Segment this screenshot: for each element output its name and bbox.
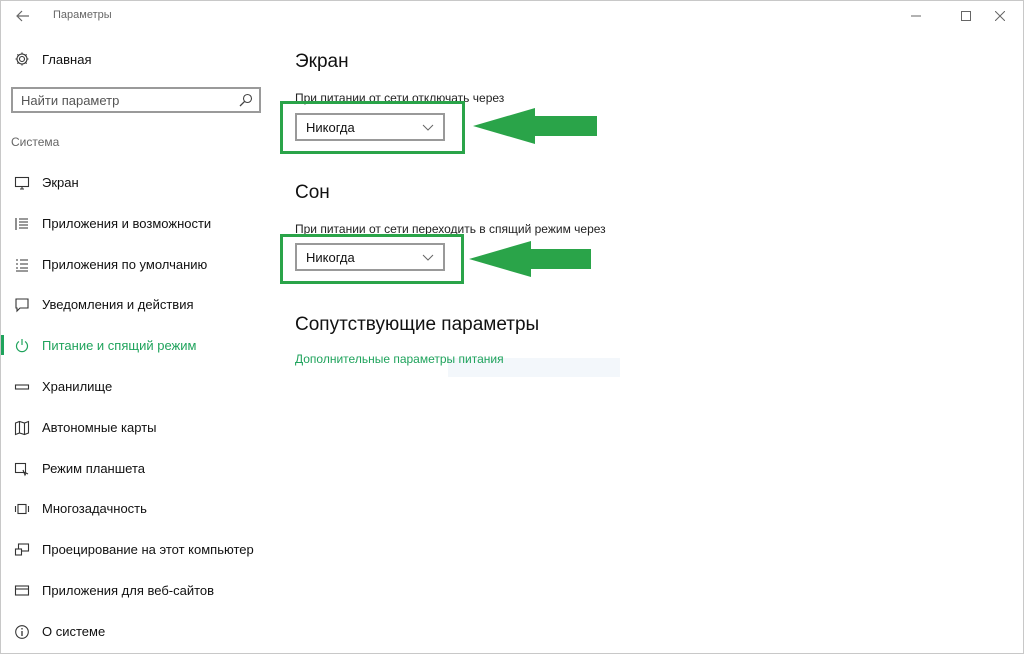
additional-power-settings-link[interactable]: Дополнительные параметры питания (295, 352, 504, 366)
sidebar-item-default-apps[interactable]: Приложения по умолчанию (1, 244, 271, 285)
notifications-icon (14, 297, 30, 313)
active-indicator (1, 335, 4, 356)
back-button[interactable] (7, 4, 39, 28)
close-icon (995, 11, 1005, 21)
arrow-screen (473, 108, 597, 144)
sidebar-item-power-sleep[interactable]: Питание и спящий режим (1, 325, 271, 366)
sidebar-item-label: Приложения и возможности (42, 215, 212, 231)
section-header: Система (11, 135, 60, 149)
sidebar-nav: Экран Приложения и возможности Приложени… (1, 162, 271, 652)
chevron-down-icon (422, 254, 434, 261)
arrow-sleep (469, 241, 591, 277)
power-icon (14, 338, 30, 354)
sidebar-item-storage[interactable]: Хранилище (1, 366, 271, 407)
sleep-timeout-label: При питании от сети переходить в спящий … (295, 222, 606, 236)
sidebar-item-tablet-mode[interactable]: Режим планшета (1, 448, 271, 489)
sidebar-item-offline-maps[interactable]: Автономные карты (1, 407, 271, 448)
home-label: Главная (42, 51, 92, 67)
sidebar-item-label: Экран (42, 175, 79, 190)
sidebar-item-label: Питание и спящий режим (42, 338, 197, 354)
multitasking-icon (14, 501, 30, 517)
sidebar-item-notifications[interactable]: Уведомления и действия (1, 284, 271, 325)
sidebar-item-label: Приложения по умолчанию (42, 256, 208, 272)
screen-heading: Экран (295, 51, 349, 72)
sidebar: Главная Система Экран Приложения и возм (1, 31, 271, 653)
sidebar-item-apps-features[interactable]: Приложения и возможности (1, 203, 271, 244)
sidebar-item-label: Автономные карты (42, 419, 157, 435)
screen-timeout-value: Никогда (306, 120, 355, 135)
display-icon (14, 175, 30, 191)
apps-list-icon (14, 216, 30, 232)
storage-icon (14, 379, 30, 395)
sidebar-item-label: Проецирование на этот компьютер (42, 542, 254, 558)
screen-timeout-select[interactable]: Никогда (295, 113, 445, 141)
minimize-button[interactable] (893, 1, 939, 31)
sleep-heading: Сон (295, 182, 330, 203)
projecting-icon (14, 542, 30, 558)
search-icon (239, 93, 253, 107)
window-title: Параметры (53, 9, 112, 21)
search-box[interactable] (11, 87, 261, 113)
sidebar-item-display[interactable]: Экран (1, 162, 271, 203)
screen-timeout-label: При питании от сети отключать через (295, 91, 505, 105)
minimize-icon (911, 15, 921, 17)
search-input[interactable] (21, 91, 231, 109)
sleep-timeout-value: Никогда (306, 250, 355, 265)
info-icon (14, 624, 30, 640)
sidebar-home[interactable]: Главная (14, 51, 91, 67)
sidebar-item-projecting[interactable]: Проецирование на этот компьютер (1, 529, 271, 570)
sleep-timeout-select[interactable]: Никогда (295, 243, 445, 271)
map-icon (14, 420, 30, 436)
sidebar-item-web-apps[interactable]: Приложения для веб-сайтов (1, 570, 271, 611)
sidebar-item-multitasking[interactable]: Многозадачность (1, 488, 271, 529)
sidebar-item-label: Уведомления и действия (42, 297, 194, 313)
title-bar: Параметры (1, 1, 1023, 31)
sidebar-item-label: Многозадачность (42, 501, 147, 517)
sidebar-item-label: Хранилище (42, 378, 113, 394)
settings-window: Параметры Главная Система (0, 0, 1024, 654)
related-settings-heading: Сопутствующие параметры (295, 314, 540, 335)
close-button[interactable] (977, 1, 1023, 31)
gear-icon (15, 52, 29, 66)
maximize-icon (961, 11, 971, 21)
sidebar-item-about[interactable]: О системе (1, 611, 271, 652)
sidebar-item-label: Режим планшета (42, 460, 145, 476)
back-arrow-icon (16, 10, 29, 22)
web-apps-icon (14, 583, 30, 599)
sidebar-item-label: О системе (42, 623, 106, 639)
chevron-down-icon (422, 124, 434, 131)
sidebar-item-label: Приложения для веб-сайтов (42, 582, 215, 598)
tablet-icon (14, 461, 30, 477)
default-apps-icon (14, 257, 30, 273)
